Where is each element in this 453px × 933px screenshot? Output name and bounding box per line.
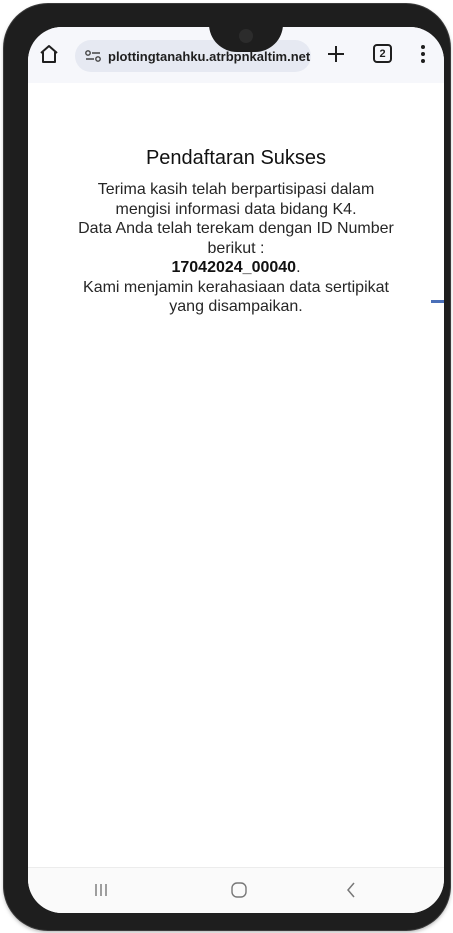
system-nav-bar (28, 867, 444, 913)
message-line: Terima kasih telah berpartisipasi dalam (97, 181, 375, 198)
id-number-suffix: . (296, 259, 301, 276)
id-number-line: 17042024_00040. (34, 258, 438, 278)
message-line: berikut : (207, 239, 265, 257)
confirmation-message: Terima kasih telah berpartisipasi dalam … (34, 180, 438, 317)
recent-apps-icon[interactable] (92, 882, 110, 898)
tab-count: 2 (379, 47, 386, 60)
nav-home-icon[interactable] (230, 881, 248, 899)
tab-switcher-button[interactable]: 2 (373, 44, 392, 63)
back-icon[interactable] (345, 881, 357, 899)
url-text[interactable]: plottingtanahku.atrbpnkaltim.net (108, 49, 310, 64)
tune-icon[interactable] (84, 49, 102, 63)
phone-screen: plottingtanahku.atrbpnkaltim.net 2 Penda… (28, 27, 444, 913)
message-line: yang disampaikan. (169, 298, 303, 315)
plus-icon[interactable] (324, 42, 348, 66)
address-bar[interactable]: plottingtanahku.atrbpnkaltim.net (75, 40, 311, 72)
message-line: Data Anda telah terekam dengan ID Number (78, 220, 394, 237)
home-icon[interactable] (37, 42, 61, 66)
phone-frame: plottingtanahku.atrbpnkaltim.net 2 Penda… (4, 4, 450, 930)
message-line: mengisi informasi data bidang K4. (115, 200, 357, 218)
page-title: Pendaftaran Sukses (145, 147, 327, 169)
message-line: Kami menjamin kerahasiaan data sertipika… (83, 278, 389, 296)
id-number: 17042024_00040 (171, 259, 297, 276)
more-vert-icon[interactable] (418, 43, 428, 65)
scroll-indicator (431, 300, 444, 303)
